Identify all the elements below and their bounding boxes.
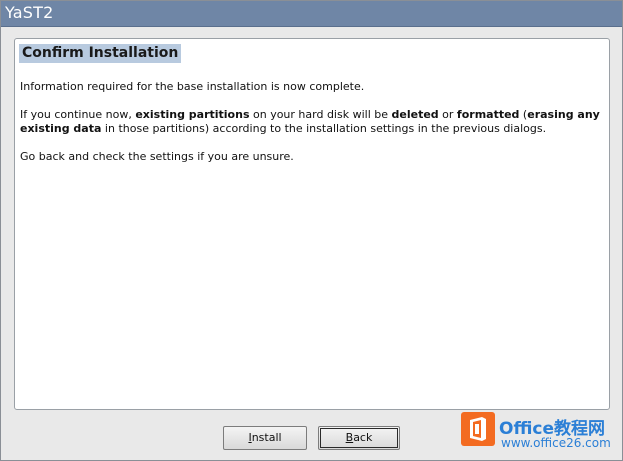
install-label-rest: nstall (251, 431, 282, 444)
back-button-label: Back (346, 431, 373, 444)
office-logo-icon (461, 412, 495, 446)
warning-bold-deleted: deleted (391, 108, 439, 121)
warning-text-5: in those partitions) according to the in… (101, 122, 547, 135)
page-title: Confirm Installation (19, 44, 182, 63)
hint-paragraph: Go back and check the settings if you ar… (20, 150, 294, 163)
info-paragraph: Information required for the base instal… (20, 80, 365, 93)
confirm-installation-panel: Confirm Installation Information require… (14, 38, 610, 410)
title-bar[interactable]: YaST2 (1, 1, 622, 27)
warning-text-1: If you continue now, (20, 108, 136, 121)
warning-bold-formatted: formatted (456, 108, 520, 121)
yast-window: YaST2 Confirm Installation Information r… (0, 0, 623, 461)
warning-text-2: on your hard disk will be (249, 108, 392, 121)
watermark-url: www.office26.com (501, 436, 611, 450)
window-title: YaST2 (5, 3, 54, 22)
back-button[interactable]: Back (318, 426, 400, 450)
warning-bold-existing-partitions: existing partitions (135, 108, 250, 121)
install-button-label: Install (248, 431, 281, 444)
back-label-rest: ack (353, 431, 373, 444)
install-button[interactable]: Install (223, 426, 307, 450)
warning-text-3: or (438, 108, 457, 121)
watermark: Office教程网 www.office26.com (455, 404, 623, 461)
warning-paragraph: If you continue now, existing partitions… (20, 108, 600, 136)
